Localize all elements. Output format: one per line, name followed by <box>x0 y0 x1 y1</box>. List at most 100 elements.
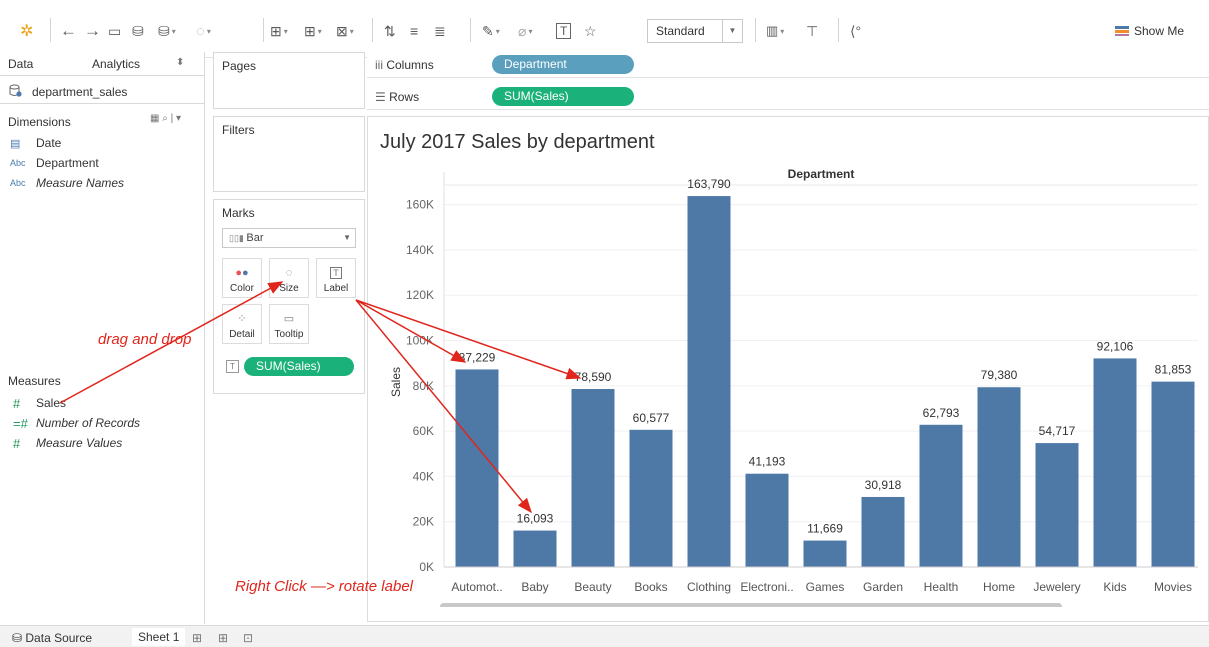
show-me-label: Show Me <box>1134 24 1185 38</box>
x-tick-label: Books <box>634 580 667 594</box>
new-datasource-icon[interactable]: ⛁ <box>132 20 144 42</box>
pages-card[interactable]: Pages <box>213 52 365 109</box>
field-label: Number of Records <box>36 416 141 430</box>
toolbar-divider <box>838 18 839 42</box>
swap-rows-columns-icon[interactable]: ⇅ <box>384 20 396 42</box>
x-tick-label: Garden <box>863 580 903 594</box>
group-members-icon[interactable]: ⌀ ▾ <box>518 20 532 42</box>
rows-shelf-label: ☰ Rows <box>375 90 419 104</box>
bar <box>803 540 847 567</box>
sort-descending-icon[interactable]: ≣ <box>434 20 446 42</box>
bar-value-label: 54,717 <box>1039 424 1076 438</box>
bar-value-label: 92,106 <box>1097 339 1134 353</box>
marks-pill-sum-sales[interactable]: SUM(Sales) <box>244 357 354 376</box>
tableau-logo-icon[interactable]: ✲ <box>20 20 33 42</box>
sort-ascending-icon[interactable]: ≡ <box>410 20 418 42</box>
field-label: Department <box>36 156 99 170</box>
horizontal-scrollbar[interactable] <box>440 603 1062 607</box>
columns-shelf: iii Columns Department <box>367 52 1209 78</box>
toolbar-divider <box>372 18 373 42</box>
y-tick-label: 140K <box>406 243 434 257</box>
tooltip-button[interactable]: ▭ Tooltip <box>269 304 309 344</box>
chevron-down-icon: ▼ <box>722 20 742 42</box>
bar-value-label: 62,793 <box>923 406 960 420</box>
size-label: Size <box>279 283 299 294</box>
y-tick-label: 80K <box>413 379 434 393</box>
tab-data[interactable]: Data <box>8 57 33 71</box>
bar-chart: 0K 20K 40K 60K 80K 100K 120K 140K 160K Sales Depar… <box>389 167 1198 607</box>
show-me-icon <box>1115 26 1129 36</box>
dimensions-tools[interactable]: ▦ ⌕ | ▾ <box>150 113 181 124</box>
undo-icon[interactable]: ← <box>60 20 77 42</box>
label-button[interactable]: T Label <box>316 258 356 298</box>
tooltip-icon: ▭ <box>283 313 295 325</box>
string-type-icon: Abc <box>10 178 26 188</box>
x-tick-label: Movies <box>1154 580 1192 594</box>
x-tick-label: Clothing <box>687 580 731 594</box>
tab-menu-icon[interactable]: ⬍ <box>176 57 184 68</box>
label-label: Label <box>323 283 349 294</box>
detail-icon: ⁘ <box>237 313 247 325</box>
field-sales[interactable]: # Sales <box>10 394 66 412</box>
datasource-row[interactable]: department_sales <box>0 78 205 104</box>
pause-updates-icon[interactable]: ⛁ ▾ <box>158 20 176 42</box>
show-mark-labels-icon[interactable]: T <box>556 20 572 42</box>
size-button[interactable]: ◌ Size <box>269 258 309 298</box>
filters-card[interactable]: Filters <box>213 116 365 192</box>
color-icon: ●● <box>235 267 249 279</box>
bar-value-label: 81,853 <box>1155 363 1192 377</box>
redo-icon[interactable]: → <box>84 20 101 42</box>
fix-axes-icon[interactable]: ☆ <box>584 20 597 42</box>
bar-value-label: 87,229 <box>459 350 496 364</box>
number-type-icon: # <box>13 395 21 411</box>
field-date[interactable]: ▤ Date <box>10 134 61 152</box>
tab-sheet-1[interactable]: Sheet 1 <box>132 628 186 646</box>
new-worksheet-icon[interactable]: ⊞ <box>192 631 202 645</box>
presentation-mode-icon[interactable]: ⊤ <box>806 20 818 42</box>
field-label: Sales <box>36 396 67 410</box>
clear-sheet-icon[interactable]: ⊠ ▾ <box>336 20 354 42</box>
bar-value-label: 60,577 <box>633 411 670 425</box>
x-tick-label: Kids <box>1103 580 1126 594</box>
fit-select[interactable]: Standard ▼ <box>647 19 743 43</box>
marks-card: Marks ▯▯▮ Bar ▼ ●● Color ◌ Size T Label … <box>213 199 365 394</box>
color-button[interactable]: ●● Color <box>222 258 262 298</box>
new-dashboard-icon[interactable]: ⊞ <box>218 631 228 645</box>
new-worksheet-icon[interactable]: ⊞ ▾ <box>270 20 288 42</box>
y-tick-label: 160K <box>406 198 434 212</box>
columns-label-text: Columns <box>386 58 434 72</box>
rows-pill-sum-sales[interactable]: SUM(Sales) <box>492 87 634 106</box>
field-measure-values[interactable]: # Measure Values <box>10 434 122 452</box>
show-me-button[interactable]: Show Me <box>1115 24 1184 38</box>
save-icon[interactable]: ▭ <box>108 20 121 42</box>
marks-title: Marks <box>222 206 255 220</box>
measures-title: Measures <box>8 374 61 388</box>
show-cards-icon[interactable]: ▥ ▾ <box>766 20 784 42</box>
bar-value-label: 41,193 <box>749 455 786 469</box>
data-source-tab[interactable]: ⛁ Data Source <box>12 631 92 645</box>
bar <box>629 429 673 567</box>
toolbar-divider <box>50 18 51 42</box>
tab-analytics[interactable]: Analytics <box>92 57 140 71</box>
mark-type-select[interactable]: ▯▯▮ Bar ▼ <box>222 228 356 248</box>
duplicate-sheet-icon[interactable]: ⊞ ▾ <box>304 20 322 42</box>
columns-pill-department[interactable]: Department <box>492 55 634 74</box>
field-department[interactable]: Abc Department <box>10 154 99 172</box>
share-icon[interactable]: ⟨° <box>850 20 861 42</box>
detail-button[interactable]: ⁘ Detail <box>222 304 262 344</box>
y-tick-label: 40K <box>413 469 434 483</box>
refresh-icon[interactable]: ◌ ▾ <box>196 20 211 42</box>
field-number-of-records[interactable]: =# Number of Records <box>10 414 140 432</box>
string-type-icon: Abc <box>10 158 26 168</box>
field-measure-names[interactable]: Abc Measure Names <box>10 174 124 192</box>
highlight-icon[interactable]: ✎ ▾ <box>482 20 500 42</box>
viz-canvas: July 2017 Sales by department 0K 20K 40K 60… <box>367 116 1209 622</box>
y-tick-label: 20K <box>413 515 434 529</box>
x-tick-label: Electroni.. <box>740 580 793 594</box>
filters-title: Filters <box>222 123 255 137</box>
rows-shelf: ☰ Rows SUM(Sales) <box>367 84 1209 110</box>
mark-type-value: Bar <box>246 232 264 244</box>
columns-icon: iii <box>375 58 387 72</box>
new-story-icon[interactable]: ⊡ <box>243 631 253 645</box>
rows-icon: ☰ <box>375 90 390 104</box>
